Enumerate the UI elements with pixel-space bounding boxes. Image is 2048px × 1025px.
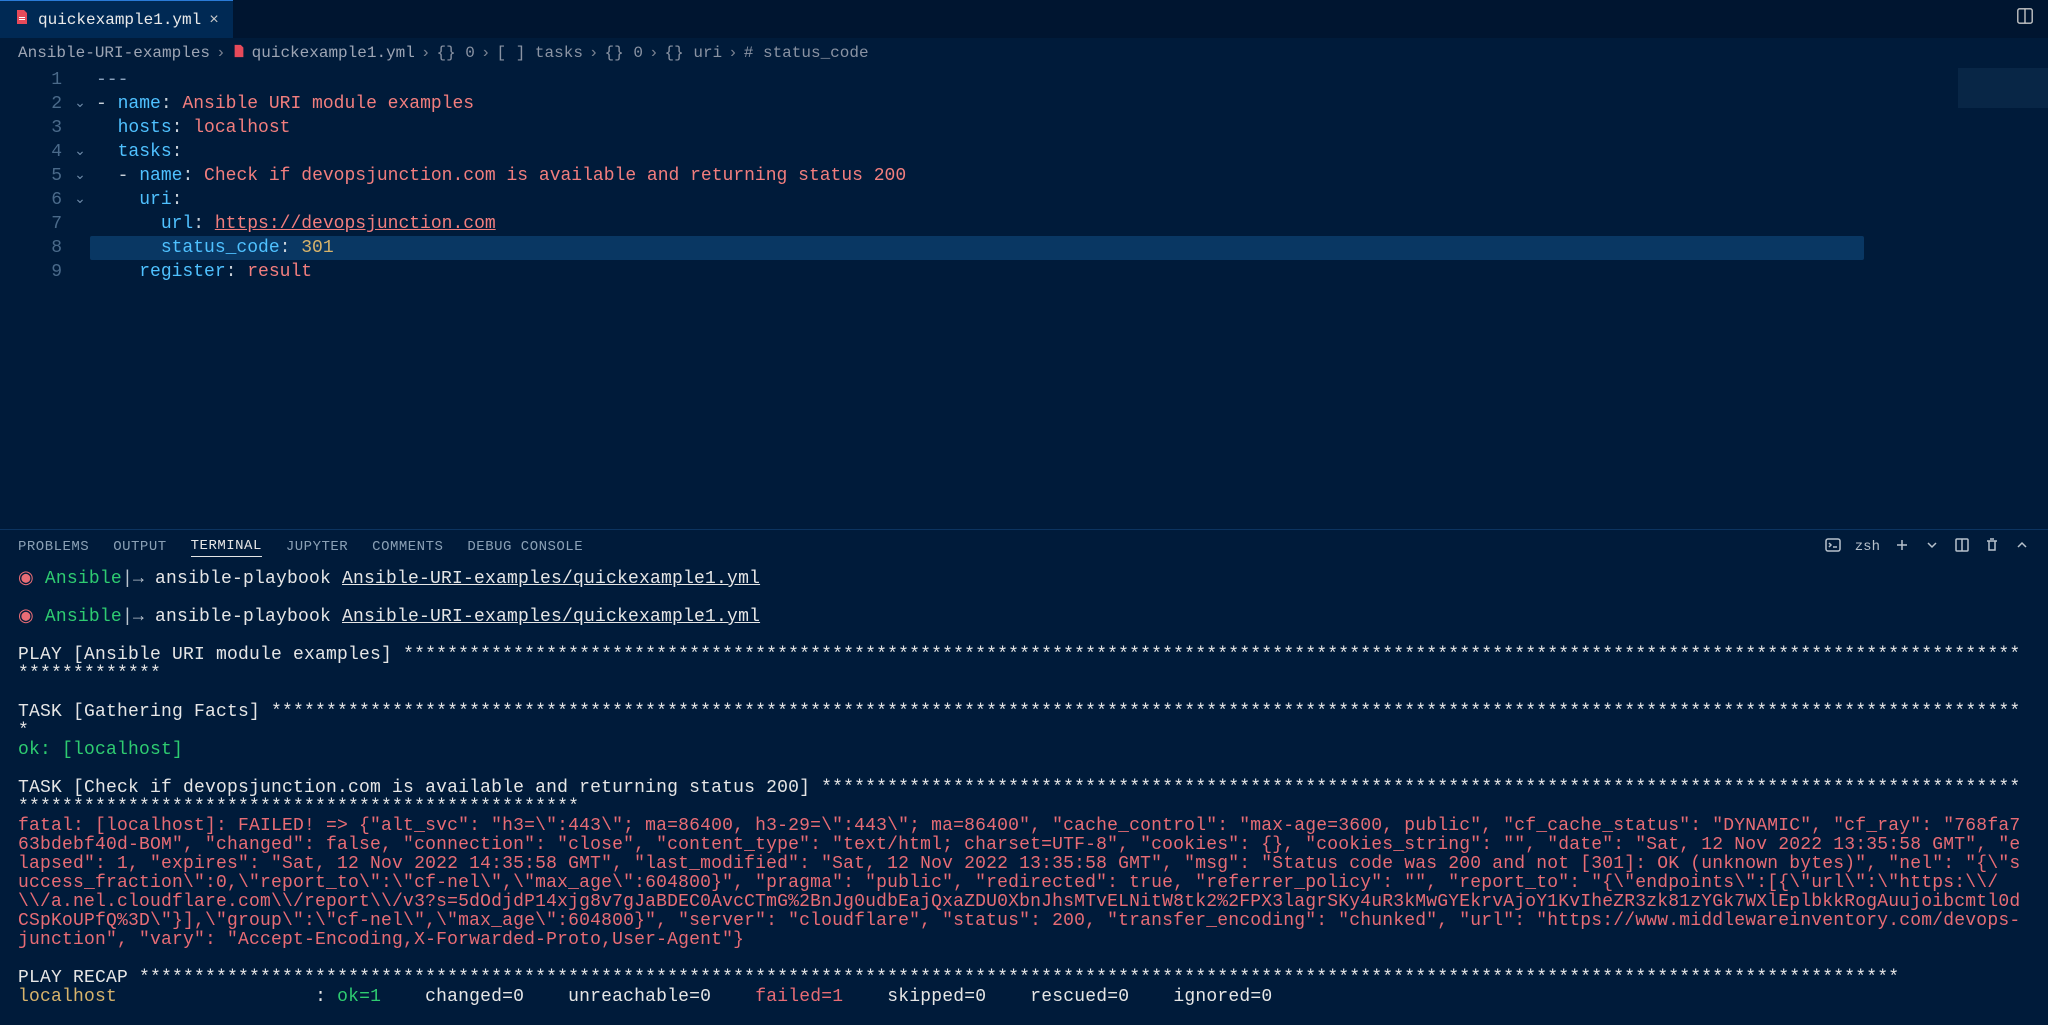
tab-output[interactable]: OUTPUT xyxy=(113,539,166,555)
code-content[interactable]: --- - name: Ansible URI module examples … xyxy=(90,68,1958,284)
crumb-item[interactable]: {} 0 xyxy=(436,44,474,62)
chevron-down-icon[interactable] xyxy=(1924,537,1940,558)
modified-dot-icon: ◉ xyxy=(18,569,45,589)
line-number-gutter: 1 2 3 4 5 6 7 8 9 xyxy=(8,68,70,284)
tab-bar: quickexample1.yml × xyxy=(0,0,2048,38)
new-terminal-icon[interactable] xyxy=(1894,537,1910,558)
asterisk-fill: ****************************************… xyxy=(139,968,1899,988)
crumb-item[interactable]: # status_code xyxy=(744,44,869,62)
minimap[interactable] xyxy=(1958,68,2048,268)
terminal-output[interactable]: ◉ Ansible|→ ansible-playbook Ansible-URI… xyxy=(0,564,2048,1025)
code-editor[interactable]: 1 2 3 4 5 6 7 8 9 ⌄ ⌄ ⌄ ⌄ --- - name: An… xyxy=(0,68,2048,284)
trash-icon[interactable] xyxy=(1984,537,2000,558)
terminal-shell-icon[interactable] xyxy=(1825,537,1841,558)
tab-terminal[interactable]: TERMINAL xyxy=(191,538,262,557)
crumb-item[interactable]: {} 0 xyxy=(605,44,643,62)
tab-problems[interactable]: PROBLEMS xyxy=(18,539,89,555)
bottom-panel: PROBLEMS OUTPUT TERMINAL JUPYTER COMMENT… xyxy=(0,529,2048,969)
crumb-folder[interactable]: Ansible-URI-examples xyxy=(18,44,210,62)
asterisk-fill: ****************************************… xyxy=(18,702,2020,741)
chevron-up-icon[interactable] xyxy=(2014,537,2030,558)
crumb-item[interactable]: [ ] tasks xyxy=(497,44,583,62)
editor-tab[interactable]: quickexample1.yml × xyxy=(0,0,233,38)
tab-jupyter[interactable]: JUPYTER xyxy=(286,539,348,555)
modified-dot-icon: ◉ xyxy=(18,607,45,627)
yaml-file-icon xyxy=(14,9,30,31)
crumb-file[interactable]: quickexample1.yml xyxy=(252,44,415,62)
tab-label: quickexample1.yml xyxy=(38,11,201,29)
breadcrumb[interactable]: Ansible-URI-examples › quickexample1.yml… xyxy=(0,38,2048,68)
close-icon[interactable]: × xyxy=(209,11,219,29)
split-editor-icon[interactable] xyxy=(2016,7,2034,31)
tab-comments[interactable]: COMMENTS xyxy=(372,539,443,555)
split-terminal-icon[interactable] xyxy=(1954,537,1970,558)
tab-debug-console[interactable]: DEBUG CONSOLE xyxy=(467,539,583,555)
yaml-file-icon xyxy=(232,44,246,63)
terminal-shell-label[interactable]: zsh xyxy=(1855,539,1880,555)
panel-tab-bar: PROBLEMS OUTPUT TERMINAL JUPYTER COMMENT… xyxy=(0,530,2048,564)
crumb-item[interactable]: {} uri xyxy=(665,44,723,62)
fold-gutter[interactable]: ⌄ ⌄ ⌄ ⌄ xyxy=(70,68,90,284)
